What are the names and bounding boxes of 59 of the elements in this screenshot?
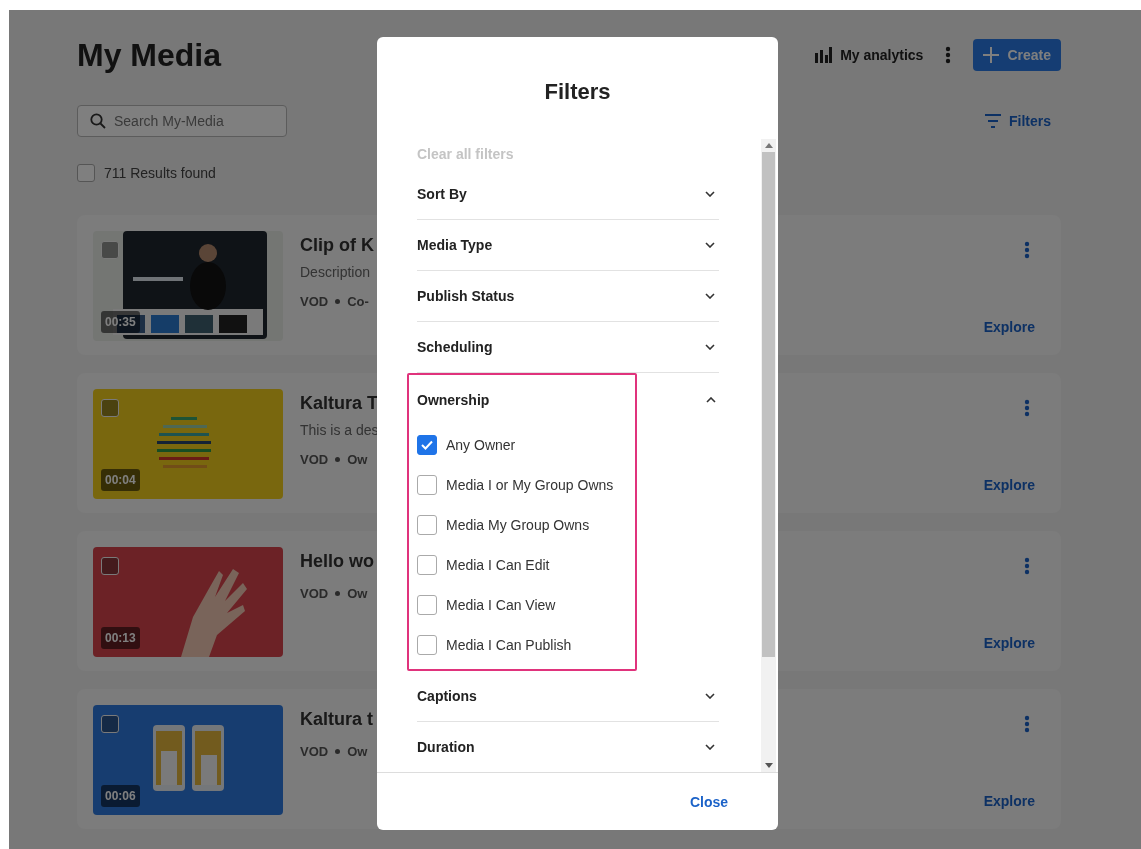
more-icon[interactable] — [1024, 399, 1030, 417]
media-meta: Co- — [347, 294, 369, 309]
search-icon — [90, 113, 106, 129]
option-checkbox[interactable] — [417, 635, 437, 655]
analytics-link[interactable]: My analytics — [814, 47, 924, 63]
separator-dot — [335, 749, 341, 754]
chevron-down-icon — [705, 293, 715, 299]
option-label[interactable]: Media I Can View — [446, 597, 556, 613]
media-type: VOD — [300, 586, 329, 601]
option-checkbox[interactable] — [417, 595, 437, 615]
filter-icon — [985, 114, 1001, 128]
chevron-down-icon — [705, 191, 715, 197]
section-header[interactable]: Ownership — [417, 375, 720, 425]
search-field[interactable]: Search My-Media — [77, 105, 287, 137]
plus-icon — [983, 47, 1000, 63]
scroll-up-icon[interactable] — [764, 143, 773, 148]
option-label[interactable]: Media My Group Owns — [446, 517, 590, 533]
scrollbar[interactable] — [761, 139, 776, 772]
section-header[interactable]: Captions — [417, 671, 719, 721]
section-header[interactable]: Scheduling — [417, 322, 719, 372]
media-meta: Ow — [347, 452, 368, 467]
separator-dot — [335, 457, 341, 462]
media-meta: Ow — [347, 586, 368, 601]
separator-dot — [335, 591, 341, 596]
section-header[interactable]: Duration — [417, 722, 719, 772]
check-icon — [421, 440, 433, 450]
media-type: VOD — [300, 452, 329, 467]
select-all-checkbox[interactable] — [77, 164, 95, 182]
bar-chart-icon — [814, 47, 833, 63]
results-count: 711 Results found — [104, 165, 216, 181]
media-type: VOD — [300, 294, 329, 309]
chevron-down-icon — [705, 344, 715, 350]
close-button[interactable]: Close — [689, 793, 728, 810]
chevron-down-icon — [705, 242, 715, 248]
more-icon[interactable] — [1024, 241, 1030, 259]
option-checkbox[interactable] — [417, 435, 437, 455]
option-checkbox[interactable] — [417, 555, 437, 575]
chevron-up-icon — [706, 397, 716, 403]
dialog-title: Filters — [543, 78, 612, 106]
section-header[interactable]: Sort By — [417, 169, 719, 219]
option-label[interactable]: Media I Can Edit — [446, 557, 550, 573]
section-header[interactable]: Media Type — [417, 220, 719, 270]
chevron-down-icon — [705, 744, 715, 750]
page-title: My Media — [77, 36, 222, 74]
option-label[interactable]: Media I or My Group Owns — [446, 477, 614, 493]
chevron-down-icon — [705, 693, 715, 699]
option-label[interactable]: Any Owner — [446, 437, 516, 453]
option-checkbox[interactable] — [417, 515, 437, 535]
separator-dot — [335, 299, 341, 304]
more-icon[interactable] — [1024, 557, 1030, 575]
media-type: VOD — [300, 744, 329, 759]
media-meta: Ow — [347, 744, 368, 759]
section-header[interactable]: Publish Status — [417, 271, 719, 321]
option-checkbox[interactable] — [417, 475, 437, 495]
option-label[interactable]: Media I Can Publish — [446, 637, 572, 653]
media-description: Description — [300, 264, 372, 280]
scroll-down-icon[interactable] — [764, 763, 773, 768]
more-icon[interactable] — [945, 46, 952, 64]
more-icon[interactable] — [1024, 715, 1030, 733]
